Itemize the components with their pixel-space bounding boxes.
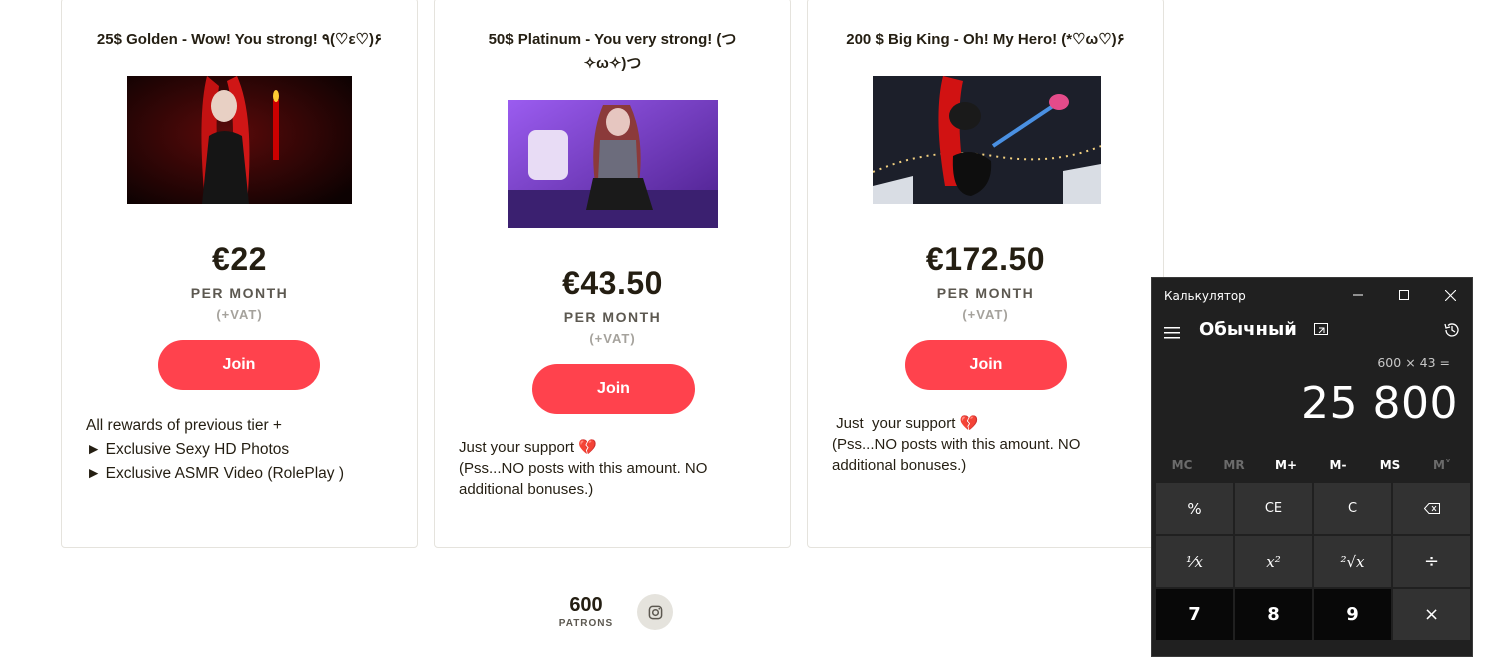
percent-key[interactable]: %	[1156, 483, 1233, 534]
calculator-mode-title: Обычный	[1199, 319, 1297, 340]
tier-card-big-king: 200 $ Big King - Oh! My Hero! (*♡ω♡)۶ €1…	[807, 0, 1164, 548]
reciprocal-key[interactable]: ¹⁄x	[1156, 536, 1233, 587]
tier-image	[508, 100, 718, 228]
instagram-button[interactable]	[637, 594, 673, 630]
tier-price: €22	[212, 241, 267, 277]
description-line: Just your support	[832, 415, 956, 432]
divide-key[interactable]: ÷	[1393, 536, 1470, 587]
description-line: ► Exclusive ASMR Video (RolePlay )	[86, 465, 344, 482]
per-month-label: PER MONTH	[936, 285, 1035, 301]
memory-subtract-button[interactable]: M-	[1312, 454, 1364, 476]
backspace-icon	[1423, 503, 1440, 514]
memory-recall-button[interactable]: MR	[1208, 454, 1260, 476]
minimize-button[interactable]	[1335, 278, 1381, 312]
description-line: additional bonuses.)	[832, 457, 967, 474]
maximize-button[interactable]	[1381, 278, 1427, 312]
patrons-stat: 600 PATRONS	[555, 592, 617, 629]
hamburger-icon	[1164, 327, 1180, 339]
tier-title: 25$ Golden - Wow! You strong! ٩(♡ε♡)۶	[96, 31, 383, 48]
tier-title: 200 $ Big King - Oh! My Hero! (*♡ω♡)۶	[846, 31, 1125, 48]
tier-description: Just your support 💔 (Pss...NO posts with…	[832, 413, 1080, 476]
keep-on-top-button[interactable]	[1314, 322, 1330, 341]
memory-clear-button[interactable]: MC	[1156, 454, 1208, 476]
digit-9-key[interactable]: 9	[1314, 589, 1391, 640]
tier-description: Just your support 💔 (Pss...NO posts with…	[459, 437, 707, 500]
calculator-keypad: % CE C ¹⁄x x² ²√x ÷ 7 8 9 ×	[1156, 483, 1470, 640]
tier-title: 50$ Platinum - You very strong! (つ ✧ω✧)つ	[488, 31, 737, 72]
memory-add-button[interactable]: M+	[1260, 454, 1312, 476]
window-title: Калькулятор	[1164, 289, 1246, 303]
history-button[interactable]	[1443, 321, 1461, 343]
tier-card-platinum: 50$ Platinum - You very strong! (つ ✧ω✧)つ…	[434, 0, 791, 548]
per-month-label: PER MONTH	[190, 285, 289, 301]
description-line: All rewards of previous tier +	[86, 417, 282, 434]
square-root-key[interactable]: ²√x	[1314, 536, 1391, 587]
join-button[interactable]: Join	[158, 340, 320, 390]
calculator-display: 25 800	[1301, 378, 1458, 429]
tier-description: All rewards of previous tier + ► Exclusi…	[86, 415, 344, 485]
join-button[interactable]: Join	[532, 364, 695, 414]
vat-label: (+VAT)	[216, 307, 263, 322]
digit-7-key[interactable]: 7	[1156, 589, 1233, 640]
description-line: (Pss...NO posts with this amount. NO	[832, 436, 1081, 453]
description-line: Just your support	[459, 439, 575, 456]
heart-icon: 💔	[959, 415, 979, 432]
calculator-titlebar[interactable]: Калькулятор	[1152, 278, 1472, 312]
tier-card-golden: 25$ Golden - Wow! You strong! ٩(♡ε♡)۶ €2…	[61, 0, 418, 548]
description-line: (Pss...NO posts with this amount. NO	[459, 460, 708, 477]
description-lead-line: Just your support 💔	[459, 437, 707, 458]
hamburger-menu-button[interactable]	[1164, 324, 1180, 343]
keep-on-top-icon	[1314, 323, 1328, 335]
close-icon	[1444, 289, 1456, 301]
tier-price: €43.50	[562, 265, 663, 301]
join-button[interactable]: Join	[905, 340, 1067, 390]
description-line: ► Exclusive Sexy HD Photos	[86, 441, 290, 458]
heart-icon: 💔	[578, 439, 597, 456]
memory-list-button[interactable]: M˅	[1416, 454, 1468, 476]
vat-label: (+VAT)	[589, 331, 636, 346]
square-key[interactable]: x²	[1235, 536, 1312, 587]
tier-image	[127, 76, 352, 204]
tier-image	[873, 76, 1101, 204]
maximize-icon	[1399, 290, 1409, 300]
calculator-expression: 600 × 43 =	[1377, 355, 1450, 370]
digit-8-key[interactable]: 8	[1235, 589, 1312, 640]
close-button[interactable]	[1427, 278, 1473, 312]
clear-key[interactable]: C	[1314, 483, 1391, 534]
description-line: additional bonuses.)	[459, 481, 594, 498]
multiply-key[interactable]: ×	[1393, 589, 1470, 640]
minimize-icon	[1353, 294, 1363, 296]
memory-store-button[interactable]: MS	[1364, 454, 1416, 476]
backspace-key[interactable]	[1393, 483, 1470, 534]
tier-price: €172.50	[925, 241, 1046, 277]
description-lead-line: Just your support 💔	[832, 413, 1080, 434]
clear-entry-key[interactable]: CE	[1235, 483, 1312, 534]
instagram-icon	[648, 605, 662, 619]
patrons-label: PATRONS	[558, 618, 614, 629]
history-icon	[1444, 323, 1459, 337]
memory-row: MC MR M+ M- MS M˅	[1156, 454, 1468, 476]
vat-label: (+VAT)	[962, 307, 1009, 322]
per-month-label: PER MONTH	[563, 309, 662, 325]
calculator-window: Калькулятор Обычный 600 × 43 = 25 800 MC	[1151, 277, 1473, 657]
patrons-count: 600	[569, 594, 603, 616]
